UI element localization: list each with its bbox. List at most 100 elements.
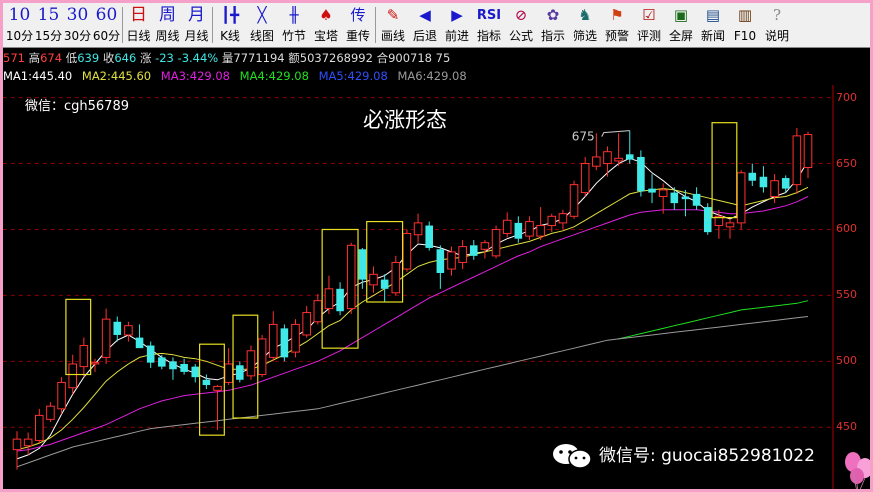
candlestick-icon: ┃╋: [220, 6, 240, 24]
moving-average-legend: MA1:445.40 MA2:445.60 MA3:429.08 MA4:429…: [3, 67, 870, 85]
toolbar-label: 线图: [249, 29, 274, 43]
toolbar-label: 月线: [184, 29, 209, 43]
candle-body-up: [569, 184, 579, 217]
toolbar-button-预警[interactable]: ⚑ 预警: [601, 3, 633, 47]
candle-body-up: [224, 363, 233, 383]
candle-body-up: [12, 438, 22, 451]
toolbar-separator: [122, 7, 123, 43]
wechat-id-text: 微信号: guocai852981022: [599, 446, 815, 466]
toolbar-button-宝塔[interactable]: ♠ 宝塔: [310, 3, 342, 47]
candle-body-down: [759, 176, 768, 188]
candle-body-up: [302, 312, 311, 336]
balloon-decoration-icon: [845, 452, 870, 489]
candle-body-down: [637, 156, 645, 192]
pencil-icon: ✎: [386, 6, 400, 24]
toolbar-button-重传[interactable]: 传重传: [342, 3, 374, 47]
price-axis-label: 600: [836, 222, 857, 236]
toolbar: 10 10分 15 15分 30 30分 60 60分日日线周周线月月线 ┃╋ K线 ╳ 线图 ╫ 竹节 ♠…: [3, 3, 870, 48]
ma3-label: MA3:429.08: [160, 69, 231, 83]
candle-body-down: [202, 379, 211, 386]
alarm-icon: ⚑: [610, 6, 624, 24]
toolbar-label: 日线: [126, 29, 151, 43]
candle-body-down: [169, 361, 177, 370]
toolbar-label: 60分: [92, 29, 121, 43]
toolbar-separator: [212, 7, 213, 43]
toolbar-button-K线[interactable]: ┃╋ K线: [214, 3, 246, 47]
candle-body-up: [447, 251, 456, 270]
candle-body-up: [792, 135, 802, 186]
toolbar-button-公式[interactable]: ⊘ 公式: [505, 3, 537, 47]
candle-body-up: [46, 405, 55, 420]
amount-label: 额: [288, 51, 300, 65]
ma4-label: MA4:429.08: [239, 69, 309, 83]
candle-body-up: [79, 345, 89, 368]
toolbar-glyph: 15: [37, 5, 60, 25]
toolbar-label: 全屏: [668, 29, 693, 43]
close-value: 646: [114, 51, 137, 65]
low-value: 639: [77, 51, 100, 65]
toolbar-label: 新闻: [700, 29, 725, 43]
fullscreen-icon: ▣: [673, 6, 689, 24]
candle-body-down: [781, 178, 790, 189]
candlestick-chart[interactable]: 675: [3, 85, 834, 492]
price-axis-label: 700: [836, 90, 857, 104]
toolbar-button-画线[interactable]: ✎ 画线: [377, 3, 409, 47]
price-axis-label: 450: [836, 420, 857, 434]
toolbar-button-说明[interactable]: ? 说明: [761, 3, 793, 47]
candle-body-down: [336, 288, 344, 312]
toolbar-label: K线: [220, 29, 240, 43]
toolbar-button-指标[interactable]: RSI 指标: [473, 3, 505, 47]
candle-body-down: [625, 154, 634, 160]
quote-info-row: 571 高674 低639 收646 涨 -23 -3.44% 量7771194…: [3, 49, 870, 67]
candle-body-down: [692, 193, 701, 206]
toolbar-button-30分[interactable]: 30 30分: [63, 3, 92, 47]
toolbar-button-周线[interactable]: 周周线: [153, 3, 182, 47]
toolbar-button-筛选[interactable]: ♞ 筛选: [569, 3, 601, 47]
candle-body-up: [558, 213, 568, 224]
toolbar-label: 宝塔: [313, 29, 338, 43]
toolbar-button-线图[interactable]: ╳ 线图: [246, 3, 278, 47]
toolbar-button-新闻[interactable]: ▤ 新闻: [697, 3, 729, 47]
candle-body-down: [135, 337, 144, 349]
peak-marker-line: [601, 130, 630, 137]
toolbar-label: F10: [733, 29, 757, 43]
toolbar-button-后退[interactable]: ◀ 后退: [409, 3, 441, 47]
candle-body-up: [770, 180, 779, 198]
help-icon: ?: [772, 6, 782, 24]
toolbar-button-F10[interactable]: ▥ F10: [729, 3, 761, 47]
toolbar-button-指示[interactable]: ✿ 指示: [537, 3, 569, 47]
candle-body-up: [480, 242, 490, 250]
toolbar-button-15分[interactable]: 15 15分: [34, 3, 63, 47]
candle-body-up: [458, 246, 467, 263]
rsi-icon: RSI: [476, 8, 502, 23]
candle-body-up: [68, 363, 77, 389]
candle-body-up: [614, 157, 623, 162]
hold-value: 900718: [388, 51, 432, 65]
toolbar-button-前进[interactable]: ▶ 前进: [441, 3, 473, 47]
candle-body-down: [280, 328, 289, 358]
low-label: 低: [65, 51, 78, 65]
toolbar-button-评测[interactable]: ☑ 评测: [633, 3, 665, 47]
toolbar-button-日线[interactable]: 日日线: [124, 3, 153, 47]
candle-body-up: [257, 338, 267, 376]
toolbar-button-10分[interactable]: 10 10分: [5, 3, 34, 47]
toolbar-label: 预警: [604, 29, 629, 43]
candle-body-up: [536, 225, 545, 237]
wechat-watermark-bottom: 微信号: guocai852981022: [551, 441, 815, 471]
hold-label: 合: [376, 51, 389, 65]
toolbar-button-月线[interactable]: 月月线: [182, 3, 211, 47]
price-axis-label: 650: [836, 156, 857, 170]
toolbar-button-60分[interactable]: 60 60分: [92, 3, 121, 47]
candle-body-up: [580, 163, 590, 194]
toolbar-button-全屏[interactable]: ▣ 全屏: [665, 3, 697, 47]
candle-body-down: [469, 245, 478, 256]
candle-body-down: [436, 249, 445, 273]
candle-body-up: [502, 219, 512, 234]
candle-body-up: [101, 318, 111, 358]
chart-title: 必涨形态: [363, 108, 447, 132]
high-label: 高: [28, 51, 41, 65]
price-axis-label: 550: [836, 288, 857, 302]
candle-body-up: [658, 189, 668, 198]
toolbar-button-竹节[interactable]: ╫ 竹节: [278, 3, 310, 47]
toolbar-glyph: 月: [188, 5, 205, 25]
